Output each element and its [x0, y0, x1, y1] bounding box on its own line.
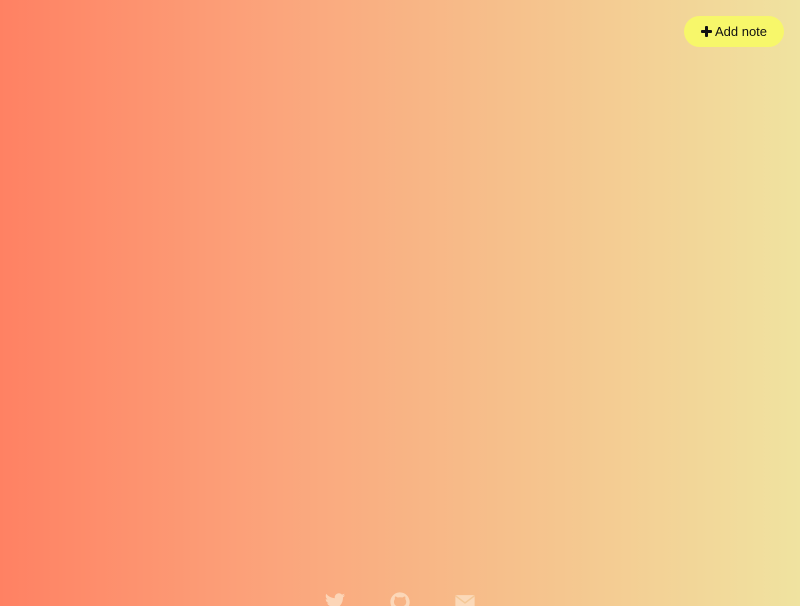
- mail-icon: [455, 595, 475, 606]
- footer-social-links: [0, 588, 800, 606]
- github-icon: [390, 592, 410, 606]
- twitter-icon: [325, 593, 346, 606]
- add-note-label: Add note: [714, 24, 768, 39]
- github-link[interactable]: [389, 591, 411, 606]
- twitter-link[interactable]: [324, 591, 346, 606]
- mail-link[interactable]: [454, 591, 476, 606]
- plus-icon: [700, 26, 712, 37]
- add-note-button[interactable]: Add note: [684, 16, 784, 47]
